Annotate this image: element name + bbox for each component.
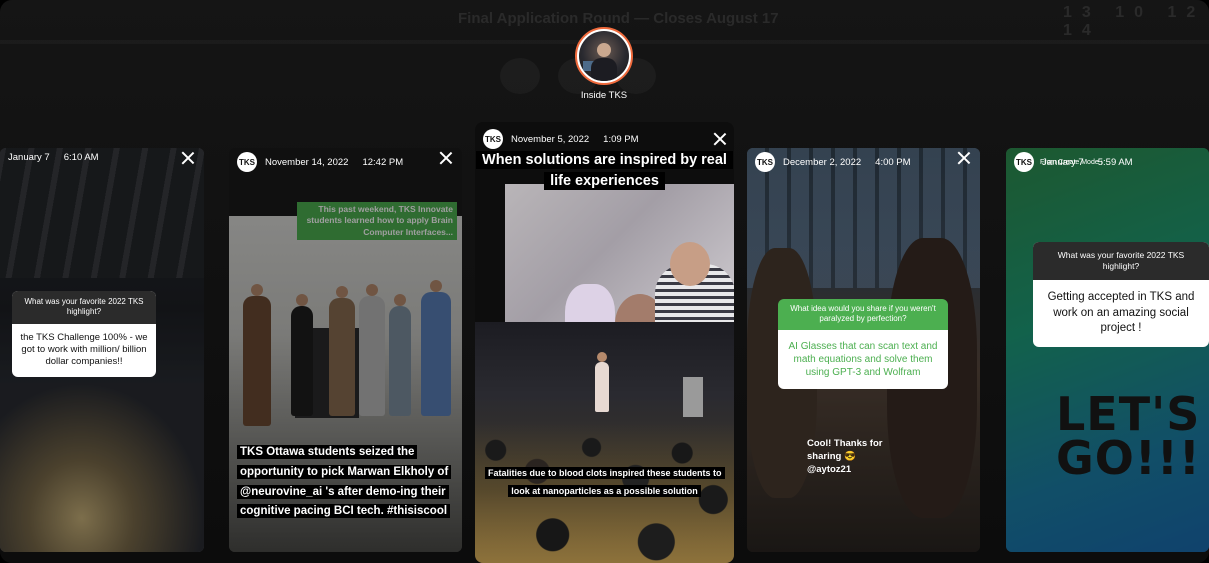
story-caption: TKS Ottawa students seized the opportuni… bbox=[237, 442, 455, 521]
story-date: November 14, 2022 bbox=[265, 156, 349, 168]
close-icon[interactable] bbox=[438, 150, 454, 166]
story-header: January 7 6:10 AM bbox=[8, 152, 99, 163]
tks-logo-icon: TKS bbox=[237, 152, 257, 172]
question-sticker: What idea would you share if you weren't… bbox=[778, 299, 948, 389]
story-date: November 5, 2022 bbox=[511, 133, 590, 145]
story-time: 1:09 PM bbox=[603, 133, 639, 145]
speaker-figure bbox=[595, 352, 609, 412]
story-card-2[interactable]: TKS November 14, 2022 12:42 PM This past… bbox=[229, 148, 462, 552]
story-viewer: Final Application Round — Closes August … bbox=[0, 0, 1209, 563]
question-text: What was your favorite 2022 TKS highligh… bbox=[12, 291, 156, 324]
highlight-inside-tks[interactable]: Inside TKS bbox=[575, 27, 633, 101]
background-countdown: 13 10 12 14 bbox=[1063, 4, 1206, 39]
story-card-1[interactable]: January 7 6:10 AM What was your favorite… bbox=[0, 148, 204, 552]
question-sticker: What was your favorite 2022 TKS highligh… bbox=[12, 291, 156, 377]
projector-image bbox=[505, 184, 734, 374]
story-time: 6:10 AM bbox=[63, 152, 99, 163]
answer-text: Getting accepted in TKS and work on an a… bbox=[1047, 291, 1195, 335]
background-banner: Final Application Round — Closes August … bbox=[458, 10, 779, 27]
close-icon[interactable] bbox=[712, 131, 728, 147]
close-icon[interactable] bbox=[956, 150, 972, 166]
story-subtitle: From Create Mode › bbox=[1040, 159, 1104, 166]
story-card-active[interactable]: TKS November 5, 2022 1:09 PM When soluti… bbox=[475, 122, 734, 563]
question-text: What idea would you share if you weren't… bbox=[778, 299, 948, 330]
story-header: TKS November 14, 2022 12:42 PM bbox=[237, 152, 403, 172]
story-card-4[interactable]: TKS December 2, 2022 4:00 PM What idea w… bbox=[747, 148, 980, 552]
story-time: 12:42 PM bbox=[362, 156, 404, 168]
story-date: January 7 bbox=[8, 152, 50, 163]
story-date: December 2, 2022 bbox=[783, 156, 862, 168]
reply-text: Cool! Thanks for sharing 😎 @aytoz21 bbox=[807, 438, 883, 475]
question-text: What was your favorite 2022 TKS highligh… bbox=[1033, 242, 1209, 281]
story-caption: Fatalities due to blood clots inspired t… bbox=[485, 463, 725, 499]
tks-logo-icon: TKS bbox=[483, 129, 503, 149]
close-icon[interactable] bbox=[180, 150, 196, 166]
story-caption-text: TKS Ottawa students seized the opportuni… bbox=[237, 445, 452, 519]
lets-go-sticker: LET'S GO!!! bbox=[1056, 387, 1201, 485]
answer-text: AI Glasses that can scan text and math e… bbox=[778, 329, 948, 389]
story-header: TKS December 2, 2022 4:00 PM bbox=[755, 152, 911, 172]
story-caption-text: Fatalities due to blood clots inspired t… bbox=[485, 467, 725, 497]
tks-logo-icon: TKS bbox=[1014, 152, 1034, 172]
green-caption: This past weekend, TKS Innovate students… bbox=[297, 202, 457, 241]
story-card-5[interactable]: TKS January 7 5:59 AM From Create Mode ›… bbox=[1006, 148, 1209, 552]
question-sticker: What was your favorite 2022 TKS highligh… bbox=[1033, 242, 1209, 347]
highlight-label: Inside TKS bbox=[580, 90, 628, 101]
answer-text: the TKS Challenge 100% - we got to work … bbox=[20, 331, 148, 368]
story-header: TKS November 5, 2022 1:09 PM bbox=[483, 129, 639, 149]
story-title: When solutions are inspired by real life… bbox=[475, 150, 734, 192]
story-time: 4:00 PM bbox=[875, 156, 911, 168]
highlight-avatar[interactable] bbox=[575, 27, 633, 85]
story-title-text: When solutions are inspired by real life… bbox=[476, 151, 733, 191]
tks-logo-icon: TKS bbox=[755, 152, 775, 172]
